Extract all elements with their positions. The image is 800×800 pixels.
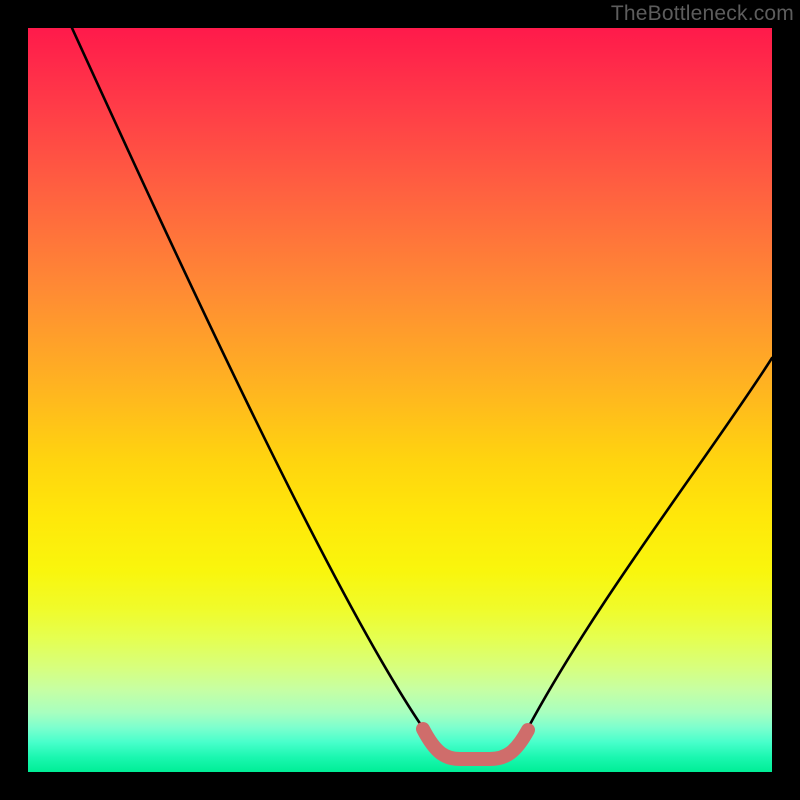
chart-svg [28,28,772,772]
trough-highlight [423,729,528,759]
attribution-text: TheBottleneck.com [611,2,794,26]
chart-plot-area [28,28,772,772]
chart-frame: TheBottleneck.com [0,0,800,800]
curve-line [72,28,772,758]
